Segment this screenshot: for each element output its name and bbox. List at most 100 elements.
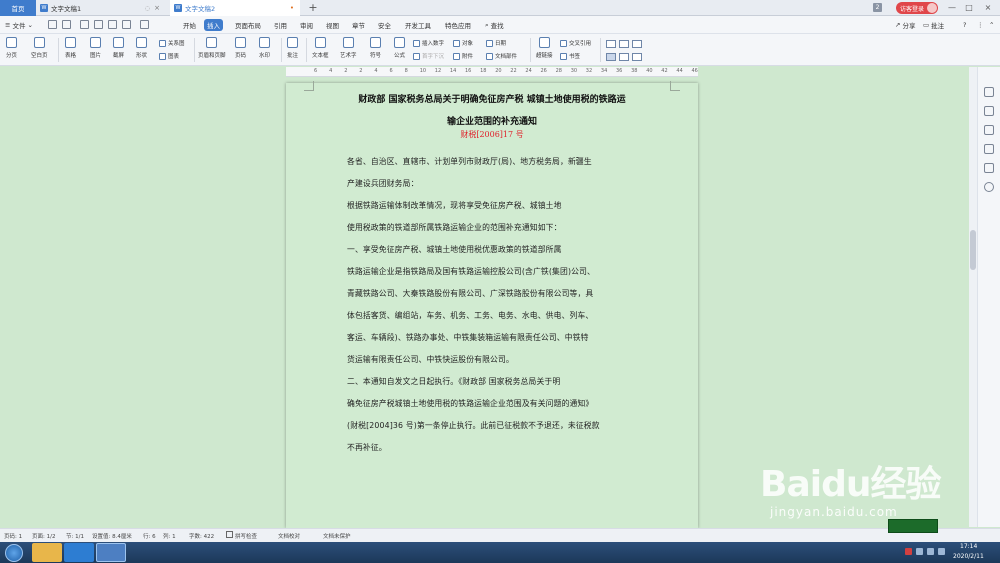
status-page[interactable]: 页码: 1 xyxy=(4,532,22,540)
menu-insert[interactable]: 插入 xyxy=(204,19,223,31)
picture-button[interactable]: 图片 xyxy=(90,37,101,59)
header-footer-button[interactable]: 页眉和页脚 xyxy=(198,37,226,59)
bookmark-label: 书签 xyxy=(569,54,581,60)
drop-cap-button[interactable]: 首字下沉 xyxy=(413,52,444,60)
tray-network-icon[interactable] xyxy=(916,548,923,555)
select-icon[interactable] xyxy=(984,87,994,97)
menu-chapter[interactable]: 章节 xyxy=(349,19,368,31)
shape-button[interactable]: 形状 xyxy=(136,37,147,59)
page-number-button[interactable]: 页码 xyxy=(235,37,246,59)
save-icon[interactable] xyxy=(48,20,57,29)
menu-start[interactable]: 开始 xyxy=(180,19,199,31)
menu-developer[interactable]: 开发工具 xyxy=(402,19,434,31)
open-icon[interactable] xyxy=(62,20,71,29)
object-button[interactable]: 对象 xyxy=(453,39,473,47)
layout-option-icon[interactable] xyxy=(619,40,629,48)
relation-chart-button[interactable]: 关系图 xyxy=(159,39,185,47)
share-edit-icon[interactable] xyxy=(984,144,994,154)
tab-document-2[interactable]: W 文字文稿2 • xyxy=(170,0,300,16)
share-button[interactable]: ↗ 分享 xyxy=(892,19,918,31)
object-icon xyxy=(453,39,460,47)
style-icon[interactable] xyxy=(984,106,994,116)
menu-security[interactable]: 安全 xyxy=(375,19,394,31)
doc-parts-button[interactable]: 文档部件 xyxy=(486,52,517,60)
writer-doc-icon: W xyxy=(40,4,48,12)
undo-icon[interactable] xyxy=(122,20,131,29)
page-break-button[interactable]: 分页 xyxy=(6,37,17,59)
vertical-scrollbar[interactable] xyxy=(969,67,977,527)
symbol-button[interactable]: 符号 xyxy=(370,37,381,59)
more-icon[interactable]: ⋮ xyxy=(974,19,987,31)
comment-button[interactable]: 批注 xyxy=(287,37,298,59)
print-preview-icon[interactable] xyxy=(94,20,103,29)
layout-option-icon[interactable] xyxy=(619,53,629,61)
insert-number-button[interactable]: 插入数字 xyxy=(413,39,444,47)
unsaved-dot-icon[interactable]: • xyxy=(290,4,294,12)
menu-page-layout[interactable]: 页面布局 xyxy=(232,19,264,31)
document-page[interactable]: 财政部 国家税务总局关于明确免征房产税 城镇土地使用税的铁路运 输企业范围的补充… xyxy=(286,81,698,528)
avatar-icon xyxy=(927,3,937,13)
print-icon[interactable] xyxy=(80,20,89,29)
layout-option-icon[interactable] xyxy=(606,40,616,48)
table-button[interactable]: 表格 xyxy=(65,37,76,59)
screenshot-button[interactable]: 截屏 xyxy=(113,37,124,59)
blank-page-button[interactable]: 空白页 xyxy=(31,37,48,59)
watermark-icon xyxy=(259,37,270,48)
menu-special[interactable]: 特色应用 xyxy=(442,19,474,31)
tray-alert-icon[interactable] xyxy=(905,548,912,555)
tray-volume-icon[interactable] xyxy=(927,548,934,555)
wordart-button[interactable]: 艺术字 xyxy=(340,37,357,59)
layout-option-icon[interactable] xyxy=(632,40,642,48)
taskbar-date[interactable]: 2020/2/11 xyxy=(953,553,984,560)
export-pdf-icon[interactable] xyxy=(108,20,117,29)
menu-review[interactable]: 审阅 xyxy=(297,19,316,31)
layout-option-icon[interactable] xyxy=(632,53,642,61)
search-button[interactable]: ⌕ 查找 xyxy=(482,19,507,31)
status-pages[interactable]: 页面: 1/2 xyxy=(32,532,55,540)
divider xyxy=(58,38,59,62)
menu-references[interactable]: 引用 xyxy=(271,19,290,31)
minimize-button[interactable]: — xyxy=(945,2,959,14)
chart-button[interactable]: 图表 xyxy=(159,52,179,60)
hyperlink-button[interactable]: 超链接 xyxy=(536,37,553,59)
status-row: 行: 6 xyxy=(143,534,156,540)
horizontal-ruler[interactable]: 6 4 2 2 4 6 8 10 12 14 16 18 20 22 24 26 28 30 32 34 36 38 40 4… xyxy=(286,67,698,77)
scrollbar-thumb[interactable] xyxy=(970,230,976,270)
tray-input-icon[interactable] xyxy=(938,548,945,555)
proofread-button[interactable]: 文档校对 xyxy=(278,532,300,540)
windows-start-button[interactable] xyxy=(5,544,23,562)
bookmark-button[interactable]: 书签 xyxy=(560,52,580,60)
formula-button[interactable]: 公式 xyxy=(394,37,405,59)
zoom-indicator[interactable] xyxy=(888,519,938,533)
maximize-button[interactable]: □ xyxy=(962,2,976,14)
comment-menu-button[interactable]: ▭ 批注 xyxy=(920,19,947,31)
close-window-button[interactable]: × xyxy=(981,2,995,14)
history-icon[interactable] xyxy=(984,163,994,173)
menu-view[interactable]: 视图 xyxy=(323,19,342,31)
file-explorer-icon[interactable] xyxy=(32,543,62,562)
spell-check-button[interactable]: 拼写检查 xyxy=(235,532,257,540)
layout-option-icon[interactable] xyxy=(606,53,616,61)
protection-status[interactable]: 文档未保护 xyxy=(323,532,351,540)
cross-reference-button[interactable]: 交叉引用 xyxy=(560,39,591,47)
taskbar-time[interactable]: 17:14 xyxy=(960,543,977,550)
watermark-button[interactable]: 水印 xyxy=(259,37,270,59)
new-tab-button[interactable]: + xyxy=(306,1,320,15)
redo-icon[interactable] xyxy=(140,20,149,29)
wps-writer-icon[interactable] xyxy=(96,543,126,562)
adjust-icon[interactable] xyxy=(984,125,994,135)
tab-document-1[interactable]: W 文字文稿1 ◌ × xyxy=(36,0,166,16)
help-circle-icon[interactable] xyxy=(984,182,994,192)
tab-home[interactable]: 首页 xyxy=(0,0,36,16)
login-button[interactable]: 访客登录 xyxy=(896,2,938,14)
help-icon[interactable]: ? xyxy=(960,19,969,31)
date-button[interactable]: 日期 xyxy=(486,39,506,47)
close-tab-icon[interactable]: × xyxy=(154,4,160,12)
attachment-button[interactable]: 附件 xyxy=(453,52,473,60)
window-count-badge[interactable]: 2 xyxy=(873,3,882,12)
internet-explorer-icon[interactable] xyxy=(64,543,94,562)
status-word-count[interactable]: 字数: 422 xyxy=(189,532,214,540)
collapse-ribbon-icon[interactable]: ⌃ xyxy=(986,19,997,31)
file-menu[interactable]: ≡ 文件 ⌄ xyxy=(2,19,36,31)
textbox-button[interactable]: 文本框 xyxy=(312,37,329,59)
